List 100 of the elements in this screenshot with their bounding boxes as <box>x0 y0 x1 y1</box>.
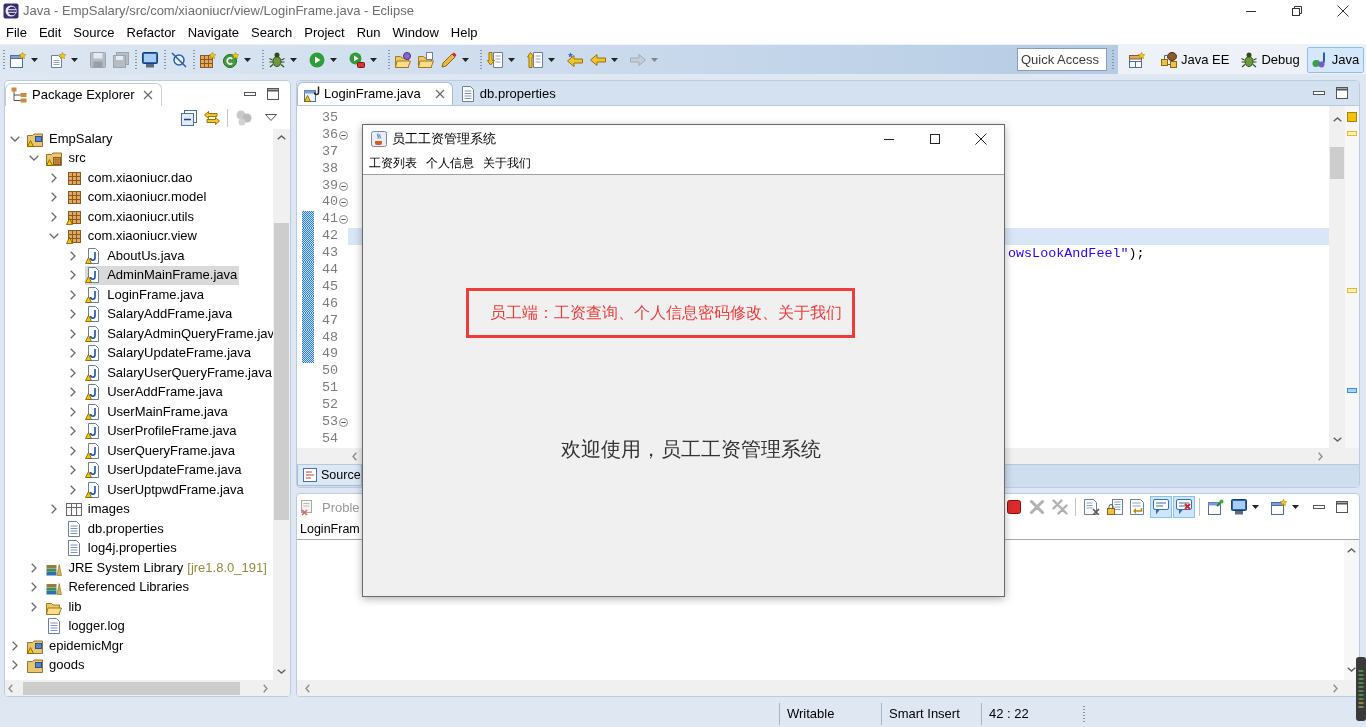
quick-access-field[interactable]: Quick Access <box>1017 48 1107 71</box>
vertical-scrollbar[interactable] <box>1344 540 1359 680</box>
maximize-icon[interactable] <box>1336 500 1348 513</box>
star-arrow-icon[interactable] <box>566 51 583 68</box>
tree-item[interactable]: SalaryUserQueryFrame.java <box>85 363 273 383</box>
vertical-scrollbar[interactable] <box>273 129 290 680</box>
chevron-up-icon[interactable] <box>1332 117 1342 122</box>
chevron-right-icon[interactable] <box>70 406 77 417</box>
menu-item[interactable]: Search <box>245 25 299 41</box>
tree-item[interactable]: src <box>46 148 88 168</box>
fold-icon[interactable] <box>338 181 348 191</box>
tree-item[interactable]: db.properties <box>65 519 166 539</box>
caret-icon[interactable] <box>611 57 618 62</box>
minimize-icon[interactable] <box>244 91 256 96</box>
chevron-right-icon[interactable] <box>70 465 77 476</box>
chevron-right-icon[interactable] <box>70 426 77 437</box>
chevron-left-icon[interactable] <box>8 683 13 693</box>
tree-item[interactable]: UserProfileFrame.java <box>85 421 239 441</box>
play-icon[interactable] <box>308 51 325 68</box>
caret-icon[interactable] <box>264 114 277 121</box>
tree-item[interactable]: UserQueryFrame.java <box>85 441 238 461</box>
vertical-scrollbar[interactable] <box>1329 106 1345 448</box>
chevron-down-icon[interactable] <box>48 233 59 240</box>
tree-item[interactable]: logger.log <box>46 616 127 636</box>
chevron-left-icon[interactable] <box>305 683 310 693</box>
chevron-right-icon[interactable] <box>31 582 38 593</box>
tree-item[interactable]: AdminMainFrame.java <box>85 265 240 285</box>
tree-item[interactable]: JRE System Library [jre1.8.0_191] <box>46 558 269 578</box>
chevron-right-icon[interactable] <box>70 309 77 320</box>
caret-icon[interactable] <box>71 57 78 62</box>
chevron-left-icon[interactable] <box>352 451 357 461</box>
caret-icon[interactable] <box>1292 504 1299 509</box>
maximize-icon[interactable] <box>1336 87 1348 99</box>
new-document-icon[interactable] <box>49 51 66 68</box>
editor-tab[interactable]: db.properties <box>452 82 564 105</box>
chevron-right-icon[interactable] <box>50 211 57 222</box>
chevron-right-icon[interactable] <box>70 445 77 456</box>
caret-icon[interactable] <box>244 57 251 62</box>
fold-icon[interactable] <box>338 130 348 140</box>
chevron-down-icon[interactable] <box>10 135 20 142</box>
editor-mode-tab[interactable]: Source <box>297 465 362 486</box>
tree-item[interactable]: images <box>65 499 132 519</box>
monitor-icon[interactable] <box>141 51 158 68</box>
new-window-icon[interactable] <box>1270 498 1287 515</box>
tree-item[interactable]: com.xiaoniucr.model <box>65 187 209 207</box>
monitor-icon[interactable] <box>1230 498 1247 515</box>
restore-icon[interactable] <box>1292 6 1302 16</box>
horizontal-scrollbar[interactable] <box>5 680 290 696</box>
chevron-right-icon[interactable] <box>1333 683 1338 693</box>
crossed-circle-icon[interactable] <box>170 51 187 68</box>
warning-marker-icon[interactable] <box>1347 131 1357 136</box>
chevron-right-icon[interactable] <box>263 683 268 693</box>
caret-icon[interactable] <box>508 57 515 62</box>
chevron-right-icon[interactable] <box>70 367 77 378</box>
chevron-right-icon[interactable] <box>70 387 77 398</box>
swap-arrows-icon[interactable] <box>203 109 220 126</box>
folder-document-icon[interactable] <box>417 51 434 68</box>
chevron-right-icon[interactable] <box>50 192 57 203</box>
chevron-right-icon[interactable] <box>70 328 77 339</box>
chevron-right-icon[interactable] <box>70 484 77 495</box>
caret-icon[interactable] <box>370 57 377 62</box>
pin-window-icon[interactable] <box>1207 498 1224 515</box>
bug-icon[interactable] <box>268 51 285 68</box>
menu-item[interactable]: Edit <box>32 25 68 41</box>
menu-item[interactable]: 个人信息 <box>421 156 478 171</box>
menu-item[interactable]: File <box>0 25 33 41</box>
tree-item[interactable]: UserUpdateFrame.java <box>85 460 244 480</box>
speech-bubble-icon[interactable] <box>1149 495 1172 518</box>
chevron-right-icon[interactable] <box>70 270 77 281</box>
minimize-icon[interactable] <box>1313 504 1325 509</box>
tree-item[interactable]: epidemicMgr <box>27 636 126 656</box>
warning-marker-icon[interactable] <box>1347 288 1357 293</box>
chevron-right-icon[interactable] <box>70 348 77 359</box>
close-icon[interactable] <box>1337 5 1349 17</box>
tree-item[interactable]: AboutUs.java <box>85 246 187 266</box>
menu-item[interactable]: Project <box>298 25 351 41</box>
chevron-up-icon[interactable] <box>277 135 286 140</box>
tree-item[interactable]: EmpSalary <box>27 129 115 149</box>
folder-ball-icon[interactable] <box>394 51 411 68</box>
chevron-right-icon[interactable] <box>70 289 77 300</box>
scrollbar-thumb[interactable] <box>23 681 240 695</box>
perspective-button[interactable]: Java <box>1306 46 1365 73</box>
menu-item[interactable]: Window <box>386 25 445 41</box>
close-icon[interactable] <box>975 133 987 145</box>
minimize-icon[interactable] <box>884 138 894 140</box>
wrap-document-icon[interactable] <box>1129 498 1146 515</box>
document-x-icon[interactable] <box>1083 498 1100 515</box>
new-window-icon[interactable] <box>9 51 26 68</box>
chevron-right-icon[interactable] <box>50 172 57 183</box>
scrollbar-thumb[interactable] <box>274 223 289 520</box>
tree-item[interactable]: com.xiaoniucr.dao <box>65 168 195 188</box>
chevron-down-icon[interactable] <box>29 155 40 162</box>
chevron-right-icon[interactable] <box>12 660 18 671</box>
horizontal-scrollbar[interactable] <box>297 680 1359 696</box>
menu-item[interactable]: Source <box>67 25 121 41</box>
tree-item[interactable]: log4j.properties <box>65 538 179 558</box>
caret-icon[interactable] <box>1252 504 1259 509</box>
editor-tab[interactable]: LoginFrame.java <box>297 82 453 105</box>
fold-icon[interactable] <box>338 198 348 208</box>
pencil-icon[interactable] <box>440 51 457 68</box>
